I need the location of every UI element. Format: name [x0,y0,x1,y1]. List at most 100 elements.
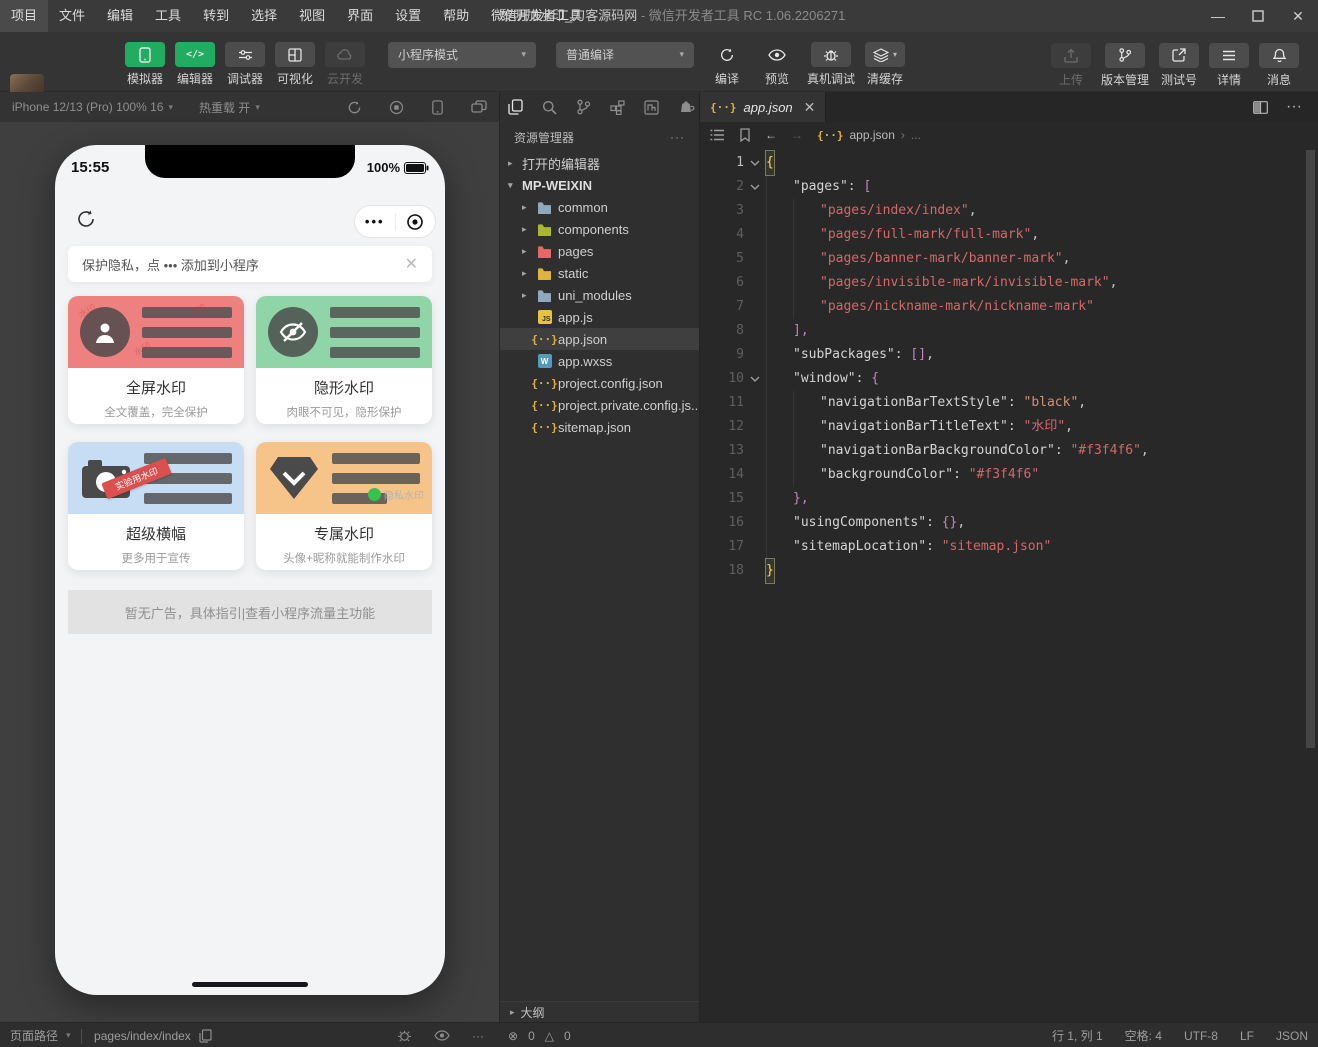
status-item[interactable]: 行 1, 列 1 [1052,1027,1103,1044]
feature-card-3[interactable]: 实验用水印 超级横幅 更多用于宣传 [68,442,244,570]
code-line-2[interactable]: 2 "pages": [ [700,175,1318,199]
code-line-17[interactable]: 17 "sitemapLocation": "sitemap.json" [700,535,1318,559]
code-line-9[interactable]: 9 "subPackages": [], [700,343,1318,367]
plugin-teapot-icon[interactable] [678,100,695,114]
menu-item[interactable]: 项目 [0,0,49,32]
code-line-8[interactable]: 8], [700,319,1318,343]
code-line-11[interactable]: 11 "navigationBarTextStyle": "black", [700,391,1318,415]
feature-card-4[interactable]: 隐私水印 专属水印 头像+昵称就能制作水印 [256,442,432,570]
code-line-7[interactable]: 7 "pages/nickname-mark/nickname-mark" [700,295,1318,319]
tree-item-app.wxss[interactable]: Wapp.wxss [500,350,699,372]
explorer-more-icon[interactable]: ··· [670,130,685,144]
nav-forward-icon[interactable]: → [791,128,803,142]
extensions-icon[interactable] [610,99,625,115]
tree-item-common[interactable]: ▸ common [500,196,699,218]
status-item[interactable]: JSON [1276,1029,1308,1043]
code-line-16[interactable]: 16 "usingComponents": {}, [700,511,1318,535]
chevron-down-icon[interactable]: ▾ [508,180,522,191]
compile-dropdown[interactable]: 普通编译 ▾ [556,41,694,68]
tree-item-pages[interactable]: ▸ pages [500,240,699,262]
search-icon[interactable] [542,100,557,115]
sim-more-icon[interactable]: ··· [472,1029,484,1043]
fold-chevron-icon[interactable] [744,151,766,175]
tree-item-app.js[interactable]: JS app.js [500,306,699,328]
float-window-icon[interactable] [471,100,487,114]
code-line-1[interactable]: 1{ [700,150,1318,176]
privacy-banner[interactable]: 保护隐私，点 ••• 添加到小程序 ✕ [68,246,432,282]
code-line-18[interactable]: 18} [700,558,1318,584]
feature-card-1[interactable]: 水印 水印 水印 全屏水印 全文覆盖，完全保护 [68,296,244,424]
code-editor[interactable]: 1{2 "pages": [3 "pages/index/index", 4 "page… [700,148,1318,1022]
editor-scrollbar[interactable] [1306,150,1315,748]
code-line-15[interactable]: 15}, [700,487,1318,511]
menu-item[interactable]: 设置 [384,0,432,32]
outline-list-icon[interactable] [710,129,725,141]
page-path-value[interactable]: pages/index/index [94,1029,191,1043]
page-path-label[interactable]: 页面路径 [10,1027,58,1044]
menu-item[interactable]: 帮助 [432,0,480,32]
详情-button[interactable]: 详情 [1209,42,1249,88]
editor-more-icon[interactable]: ··· [1286,98,1302,116]
tree-item--[interactable]: ▸ 打开的编辑器 [500,152,699,174]
code-line-13[interactable]: 13 "navigationBarBackgroundColor": "#f3f4… [700,439,1318,463]
problems-indicator[interactable]: ⊗ 0 △ 0 [508,1023,571,1047]
status-item[interactable]: 空格: 4 [1125,1027,1162,1044]
调试器-button[interactable]: 调试器 [225,42,265,87]
menu-item[interactable]: 界面 [336,0,384,32]
menu-item[interactable]: 转到 [192,0,240,32]
code-line-12[interactable]: 12 "navigationBarTitleText": "水印", [700,415,1318,439]
hot-reload-dropdown[interactable]: 热重载 开 ▾ [199,99,260,116]
code-line-6[interactable]: 6 "pages/invisible-mark/invisible-mark", [700,271,1318,295]
status-item[interactable]: LF [1240,1029,1254,1043]
source-control-icon[interactable] [576,99,591,115]
chevron-right-icon[interactable]: ▸ [508,158,522,169]
feature-card-2[interactable]: 隐形水印 肉眼不可见，隐形保护 [256,296,432,424]
fold-chevron-icon[interactable] [744,367,766,391]
bookmark-icon[interactable] [739,128,751,142]
outline-section[interactable]: ▸ 大纲 [500,1001,699,1022]
split-editor-icon[interactable] [1253,100,1268,114]
chevron-right-icon[interactable]: ▸ [522,268,536,279]
tab-app-json[interactable]: {··} app.json ✕ [700,92,827,122]
chevron-right-icon[interactable]: ▸ [522,202,536,213]
files-icon[interactable] [508,99,523,115]
tree-item-uni_modules[interactable]: ▸ uni_modules [500,284,699,306]
tree-item-sitemap.json[interactable]: {··} sitemap.json [500,416,699,438]
版本管理-button[interactable]: 版本管理 [1101,42,1149,88]
tree-item-app.json[interactable]: {··} app.json [500,328,699,350]
minimize-button[interactable]: — [1198,0,1238,32]
nav-back-icon[interactable]: ← [765,128,777,142]
refresh-page-icon[interactable] [75,208,97,230]
menu-item[interactable]: 文件 [48,0,96,32]
home-target-icon[interactable] [396,213,436,231]
编译-button[interactable]: 编译 [707,42,747,87]
breadcrumb-file[interactable]: {··} app.json › ... [817,128,921,142]
测试号-button[interactable]: 测试号 [1159,42,1199,88]
menu-item[interactable]: 视图 [288,0,336,32]
模拟器-button[interactable]: 模拟器 [125,42,165,87]
tree-item-project.private.config.js...[interactable]: {··} project.private.config.js... [500,394,699,416]
可视化-button[interactable]: 可视化 [275,42,315,87]
chevron-right-icon[interactable]: ▸ [522,246,536,257]
menu-item[interactable]: 编辑 [96,0,144,32]
tree-item-components[interactable]: ▸ components [500,218,699,240]
tree-item-project.config.json[interactable]: {··} project.config.json [500,372,699,394]
code-line-4[interactable]: 4 "pages/full-mark/full-mark", [700,223,1318,247]
tab-close-icon[interactable]: ✕ [804,99,816,116]
真机调试-button[interactable]: 真机调试 [807,42,855,87]
vconsole-bug-icon[interactable] [397,1028,412,1043]
device-frame-icon[interactable] [431,99,444,115]
chevron-right-icon[interactable]: ▸ [522,224,536,235]
code-line-14[interactable]: 14 "backgroundColor": "#f3f4f6" [700,463,1318,487]
tree-item-MP-WEIXIN[interactable]: ▾ MP-WEIXIN [500,174,699,196]
rotate-icon[interactable] [347,100,362,115]
record-icon[interactable] [389,100,404,115]
mode-dropdown[interactable]: 小程序模式 ▾ [388,41,536,68]
编辑器-button[interactable]: </> 编辑器 [175,42,215,87]
npm-panel-icon[interactable] [644,99,659,115]
消息-button[interactable]: 消息 [1259,42,1299,88]
menu-item[interactable]: 工具 [144,0,192,32]
close-button[interactable]: ✕ [1278,0,1318,32]
fold-chevron-icon[interactable] [744,175,766,199]
code-line-3[interactable]: 3 "pages/index/index", [700,199,1318,223]
